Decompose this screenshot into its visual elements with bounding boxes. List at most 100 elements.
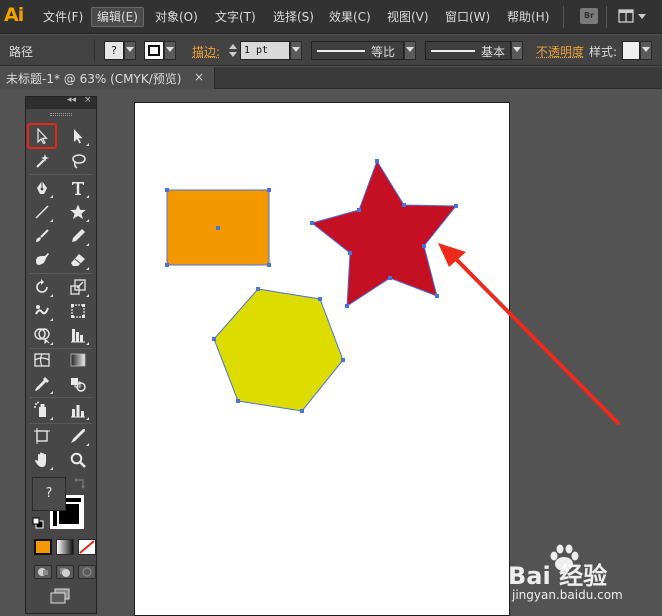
style-label: 样式: [589, 43, 617, 60]
blob-brush-tool[interactable] [30, 249, 54, 271]
control-divider [94, 39, 95, 61]
gradient-tool[interactable] [66, 349, 90, 371]
paintbrush-tool[interactable] [30, 225, 54, 247]
watermark-title: Bai 经验 [508, 556, 607, 591]
default-fill-stroke-icon[interactable] [32, 517, 44, 529]
eraser-tool[interactable] [66, 249, 90, 271]
stroke-weight-dropdown[interactable] [290, 41, 302, 60]
slice-tool[interactable] [66, 425, 90, 447]
stroke-square-icon [148, 45, 160, 56]
pen-nib-icon [33, 179, 51, 197]
close-icon[interactable]: × [194, 70, 204, 84]
draw-normal-button[interactable] [34, 565, 52, 579]
magic-wand-tool[interactable] [30, 150, 54, 172]
fill-color-box[interactable]: ? [32, 477, 66, 511]
baidu-jingyan-watermark: Bai 经验 jingyan.baidu.com [508, 548, 658, 608]
stroke-dropdown[interactable] [164, 41, 176, 60]
graphic-style-swatch[interactable] [622, 41, 640, 60]
warp-tool[interactable] [30, 300, 54, 322]
pencil-icon [69, 227, 87, 245]
mesh-tool[interactable] [30, 349, 54, 371]
pen-tool[interactable] [30, 177, 54, 199]
bridge-button[interactable]: Br [580, 8, 598, 24]
draw-inside-button[interactable] [78, 565, 96, 579]
shape-builder-tool[interactable] [30, 324, 54, 346]
close-icon[interactable]: × [84, 95, 92, 105]
yellow-hexagon[interactable] [214, 289, 343, 411]
stroke-link[interactable]: 描边: [192, 43, 220, 60]
symbol-sprayer-tool[interactable] [30, 399, 54, 421]
menu-select[interactable]: 选择(S) [268, 7, 319, 27]
type-tool[interactable] [66, 177, 90, 199]
variable-width-profile[interactable]: 等比 [311, 41, 404, 60]
profile-dropdown[interactable] [404, 41, 416, 60]
perspective-grid-icon [69, 326, 87, 344]
fill-dropdown[interactable] [124, 41, 136, 60]
app-logo: Ai [4, 4, 23, 26]
red-star[interactable] [312, 161, 456, 306]
tools-divider [30, 273, 92, 274]
color-mode-button[interactable] [34, 539, 52, 555]
perspective-grid-tool[interactable] [66, 324, 90, 346]
menu-window[interactable]: 窗口(W) [440, 7, 495, 27]
none-slash-icon [79, 540, 95, 554]
menu-view[interactable]: 视图(V) [382, 7, 434, 27]
lasso-tool[interactable] [66, 150, 90, 172]
menu-edit[interactable]: 编辑(E) [91, 7, 144, 27]
chevron-down-icon [126, 47, 134, 52]
rotate-tool[interactable] [30, 276, 54, 298]
menu-effect[interactable]: 效果(C) [324, 7, 376, 27]
graphic-style-dropdown[interactable] [640, 41, 652, 60]
menu-help[interactable]: 帮助(H) [502, 7, 554, 27]
menu-object[interactable]: 对象(O) [150, 7, 203, 27]
direct-selection-tool[interactable] [66, 125, 90, 147]
magnifier-icon [69, 451, 87, 469]
artboard[interactable] [134, 102, 510, 616]
free-transform-tool[interactable] [66, 300, 90, 322]
direct-selection-arrow-icon [69, 127, 87, 145]
tools-panel-header[interactable]: ◂◂ × [26, 97, 96, 109]
menu-type[interactable]: 文字(T) [210, 7, 261, 27]
symbol-sprayer-icon [33, 401, 51, 419]
brush-line [431, 50, 475, 52]
column-graph-icon [69, 401, 87, 419]
collapse-icon[interactable]: ◂◂ [67, 95, 76, 105]
artboard-tool[interactable] [30, 425, 54, 447]
magic-wand-icon [33, 152, 51, 170]
column-graph-tool[interactable] [66, 399, 90, 421]
gradient-mode-button[interactable] [56, 539, 74, 555]
stroke-swatch[interactable] [144, 41, 164, 60]
menu-file[interactable]: 文件(F) [38, 7, 88, 27]
menu-divider [606, 6, 607, 28]
draw-behind-button[interactable] [56, 565, 74, 579]
illustrator-window: Ai 文件(F) 编辑(E) 对象(O) 文字(T) 选择(S) 效果(C) 视… [0, 0, 662, 616]
star-tool[interactable] [66, 201, 90, 223]
scale-tool[interactable] [66, 276, 90, 298]
screen-mode-button[interactable] [48, 587, 72, 605]
draw-normal-icon [35, 566, 51, 578]
menu-divider [563, 6, 564, 28]
document-tab[interactable]: 未标题-1* @ 63% (CMYK/预览) × [0, 67, 215, 89]
tools-divider [30, 423, 92, 424]
artwork-canvas [135, 103, 511, 616]
opacity-link[interactable]: 不透明度 [536, 43, 584, 60]
tools-panel-grip[interactable] [50, 113, 72, 116]
tools-divider [30, 174, 92, 175]
blend-tool[interactable] [66, 373, 90, 395]
brush-definition[interactable]: 基本 [425, 41, 511, 60]
workspace-switcher-button[interactable] [618, 8, 648, 24]
lasso-icon [69, 152, 87, 170]
chevron-down-icon [166, 47, 174, 52]
pencil-tool[interactable] [66, 225, 90, 247]
stroke-weight-input[interactable]: 1 pt [240, 41, 290, 60]
fill-swatch[interactable]: ? [104, 41, 124, 60]
zoom-tool[interactable] [66, 449, 90, 471]
free-transform-icon [69, 302, 87, 320]
hand-tool[interactable] [30, 449, 54, 471]
swap-fill-stroke-icon[interactable] [74, 477, 86, 489]
eyedropper-tool[interactable] [30, 373, 54, 395]
stroke-weight-stepper[interactable] [228, 41, 238, 60]
line-segment-tool[interactable] [30, 201, 54, 223]
none-mode-button[interactable] [78, 539, 96, 555]
brush-dropdown[interactable] [511, 41, 523, 60]
